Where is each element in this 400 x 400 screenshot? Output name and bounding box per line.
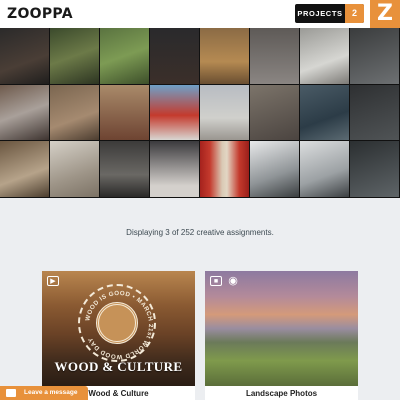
mosaic-tile bbox=[250, 28, 300, 85]
mosaic-tile bbox=[200, 28, 250, 85]
projects-label: PROJECTS bbox=[297, 9, 343, 18]
mosaic-tile bbox=[0, 28, 50, 85]
card-image-title: WOOD & CULTURE bbox=[54, 359, 183, 374]
mosaic-tile bbox=[100, 28, 150, 85]
projects-button[interactable]: PROJECTS 2 bbox=[295, 4, 364, 23]
mosaic-tile bbox=[350, 28, 400, 85]
mosaic-tile bbox=[150, 141, 200, 198]
mosaic-tile bbox=[50, 141, 100, 198]
audience-icon: ◉ bbox=[228, 275, 238, 287]
card-thumbnail: ▶ WOOD IS GOOD • MARCH 21st WORLD WOOD D… bbox=[42, 271, 195, 386]
projects-count-badge: 2 bbox=[345, 4, 364, 23]
zooppa-z-mark[interactable]: Z bbox=[370, 0, 400, 28]
leave-message-button[interactable]: Leave a message bbox=[0, 386, 88, 400]
mosaic-tile bbox=[200, 141, 250, 198]
mosaic-tile bbox=[100, 84, 150, 142]
mosaic-tile bbox=[300, 28, 350, 85]
wood-heart-icon bbox=[96, 302, 138, 344]
mosaic-tile bbox=[250, 141, 300, 198]
envelope-icon bbox=[6, 389, 16, 397]
hero-photo-mosaic bbox=[0, 28, 400, 198]
mosaic-tile bbox=[150, 84, 200, 142]
mosaic-tile bbox=[350, 84, 400, 142]
zooppa-logo[interactable]: ZOOPPA bbox=[7, 6, 73, 22]
assignment-card-wood-culture[interactable]: ▶ WOOD IS GOOD • MARCH 21st WORLD WOOD D… bbox=[42, 271, 195, 400]
results-count-text: Displaying 3 of 252 creative assignments… bbox=[126, 228, 274, 237]
video-icon: ▶ bbox=[47, 276, 59, 286]
mosaic-tile bbox=[250, 84, 300, 142]
card-title[interactable]: Landscape Photos bbox=[205, 389, 358, 398]
card-thumbnail: ■ ◉ bbox=[205, 271, 358, 386]
mosaic-tile bbox=[50, 28, 100, 85]
mosaic-tile bbox=[100, 141, 150, 198]
mosaic-tile bbox=[0, 84, 50, 142]
wood-is-good-emblem: WOOD IS GOOD • MARCH 21st WORLD WOOD DAY bbox=[78, 284, 156, 362]
assignment-card-landscape-photos[interactable]: ■ ◉ Landscape Photos bbox=[205, 271, 358, 400]
mosaic-tile bbox=[200, 84, 250, 142]
leave-message-label: Leave a message bbox=[24, 389, 78, 396]
mosaic-tile bbox=[300, 141, 350, 198]
photo-icon: ■ bbox=[210, 276, 222, 286]
mosaic-tile bbox=[50, 84, 100, 142]
mosaic-tile bbox=[150, 28, 200, 85]
mosaic-tile bbox=[350, 141, 400, 198]
top-navigation-bar: ZOOPPA PROJECTS 2 Z bbox=[0, 0, 400, 28]
mosaic-tile bbox=[300, 84, 350, 142]
mosaic-tile bbox=[0, 141, 50, 198]
